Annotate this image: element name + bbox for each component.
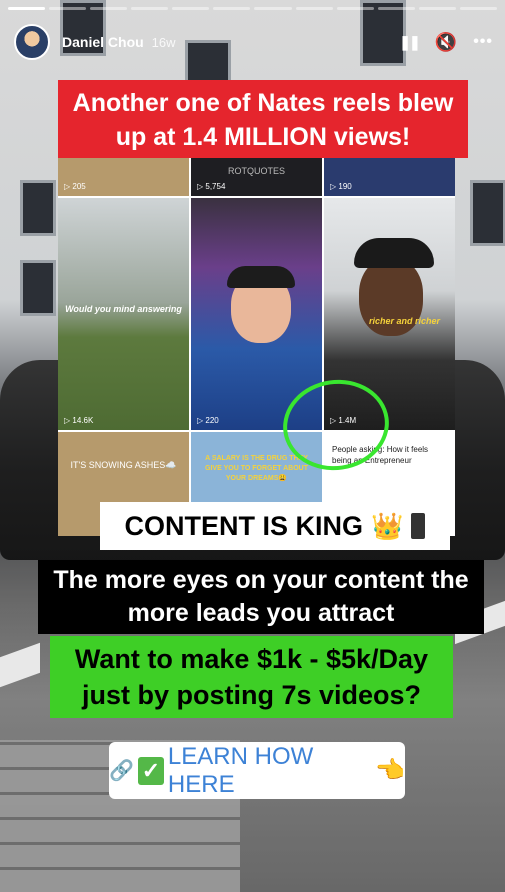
eyes-on-content-banner: The more eyes on your content the more l… — [38, 560, 484, 634]
avatar[interactable] — [14, 24, 50, 60]
more-options-icon[interactable]: ••• — [473, 34, 493, 50]
story-header: Daniel Chou 16w ❚❚ 🔇 ••• — [14, 22, 493, 62]
pointing-hand-icon: 👈 — [375, 757, 405, 784]
phone-icon — [411, 513, 426, 539]
progress-segment — [377, 7, 415, 10]
view-count: ▷ 5,754 — [197, 182, 226, 191]
learn-how-label[interactable]: LEARN HOW HERE — [168, 743, 371, 799]
progress-segment — [172, 7, 210, 10]
reel-tile: Would you mind answering ▷ 14.6K — [58, 198, 189, 430]
link-icon: 🔗 — [109, 760, 134, 782]
progress-segment — [418, 7, 456, 10]
progress-segment — [254, 7, 292, 10]
progress-segment — [336, 7, 374, 10]
view-count: ▷ 220 — [197, 416, 219, 425]
view-count: ▷ 14.6K — [64, 416, 94, 425]
make-money-banner: Want to make $1k - $5k/Day just by posti… — [50, 636, 453, 718]
reel-caption: Would you mind answering — [65, 304, 182, 314]
reel-caption: IT'S SNOWING ASHES☁️ — [70, 460, 177, 470]
content-is-king-text: CONTENT IS KING — [124, 510, 364, 541]
cap — [227, 266, 295, 288]
story-progress-bar — [8, 7, 497, 10]
progress-segment — [49, 7, 87, 10]
reel-tile: ▷ 190 — [324, 158, 455, 196]
reel-tile: ▷ 205 — [58, 158, 189, 196]
view-count: ▷ 205 — [64, 182, 86, 191]
building-window — [470, 180, 505, 246]
username[interactable]: Daniel Chou — [62, 34, 144, 50]
reel-tile: ROTQUOTES ▷ 5,754 — [191, 158, 322, 196]
reel-caption: ROTQUOTES — [227, 166, 285, 176]
building-window — [20, 260, 56, 316]
checkmark-icon: ✓ — [137, 756, 164, 785]
reels-grid: ▷ 205 ROTQUOTES ▷ 5,754 ▷ 190 Would you … — [58, 158, 455, 536]
view-count: ▷ 190 — [330, 182, 352, 191]
headline-banner: Another one of Nates reels blew up at 1.… — [58, 80, 468, 158]
road-marking — [0, 642, 40, 688]
progress-segment — [295, 7, 333, 10]
story-view[interactable]: Daniel Chou 16w ❚❚ 🔇 ••• Another one of … — [0, 0, 505, 892]
content-is-king-banner: CONTENT IS KING 👑 — [100, 502, 450, 550]
progress-segment — [213, 7, 251, 10]
reel-caption: richer and richer — [368, 316, 441, 326]
progress-segment — [459, 7, 497, 10]
building-window — [20, 180, 56, 236]
progress-segment — [131, 7, 169, 10]
post-time: 16w — [151, 34, 176, 50]
crown-icon: 👑 — [371, 510, 404, 541]
progress-segment — [90, 7, 128, 10]
learn-how-link-sticker[interactable]: 🔗 ✓ LEARN HOW HERE 👈 — [109, 742, 405, 799]
progress-segment — [8, 7, 46, 10]
mute-icon[interactable]: 🔇 — [435, 33, 457, 51]
pause-icon[interactable]: ❚❚ — [399, 35, 421, 49]
cap — [354, 238, 434, 268]
